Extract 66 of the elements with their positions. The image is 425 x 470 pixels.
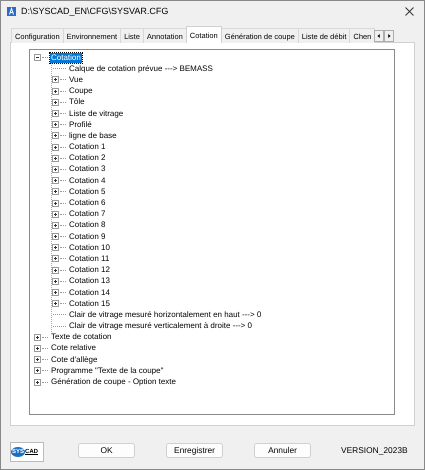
tree-item[interactable]: Cotation 11	[68, 254, 110, 264]
tree-item[interactable]: Tôle	[68, 97, 86, 108]
expand-icon[interactable]	[52, 278, 59, 285]
tree-item[interactable]: Profilé	[68, 120, 93, 130]
tree-item[interactable]: Cotation 14	[68, 288, 111, 298]
expand-icon[interactable]	[52, 76, 59, 84]
tree-item[interactable]: Coupe	[68, 86, 94, 96]
expand-icon[interactable]	[52, 300, 59, 308]
expand-icon[interactable]	[52, 222, 59, 229]
tree-item[interactable]: Cote d'allège	[50, 354, 98, 365]
tree-item[interactable]: Cotation 9	[68, 232, 106, 242]
expand-icon[interactable]	[52, 132, 59, 140]
tree-item[interactable]: Programme "Texte de la coupe"	[50, 366, 164, 376]
window-title: D:\SYSCAD_EN\CFG\SYSVAR.CFG	[21, 6, 168, 16]
expand-icon[interactable]	[52, 121, 59, 128]
tree-item[interactable]: Cotation 15	[68, 298, 111, 309]
expand-icon[interactable]	[52, 98, 59, 106]
tree-item[interactable]: ligne de base	[68, 130, 118, 141]
expand-icon[interactable]	[52, 188, 59, 196]
dialog-button[interactable]: Enregistrer	[166, 442, 223, 458]
expand-icon[interactable]	[52, 88, 59, 95]
version-label: VERSION_2023B	[341, 445, 408, 455]
expand-icon[interactable]	[52, 266, 59, 274]
expand-icon[interactable]	[52, 154, 59, 162]
expand-icon[interactable]	[52, 166, 59, 173]
expand-icon[interactable]	[52, 200, 59, 207]
close-icon[interactable]	[405, 6, 414, 16]
app-icon	[7, 6, 16, 16]
expand-icon[interactable]	[52, 177, 59, 184]
expand-icon[interactable]	[52, 110, 59, 118]
dialog-button[interactable]: Annuler	[254, 442, 311, 458]
tree-item[interactable]: Cotation 1	[68, 142, 106, 152]
tree-item[interactable]: Cotation 8	[68, 220, 106, 230]
expand-icon[interactable]	[34, 378, 41, 386]
expand-icon[interactable]	[52, 244, 59, 252]
tree-item[interactable]: Texte de cotation	[50, 332, 112, 342]
tree-item[interactable]: Génération de coupe - Option texte	[50, 377, 177, 388]
expand-icon[interactable]	[52, 144, 59, 151]
tree-item[interactable]: Cotation 7	[68, 209, 106, 220]
expand-icon[interactable]	[34, 344, 41, 352]
tree-item[interactable]: Cotation 6	[68, 198, 106, 208]
expand-icon[interactable]	[34, 356, 41, 364]
tree-item[interactable]: Cotation 2	[68, 153, 106, 164]
expand-icon[interactable]	[52, 233, 59, 240]
tree-item[interactable]: Cotation 3	[68, 164, 106, 174]
expand-icon[interactable]	[52, 255, 59, 262]
expand-icon[interactable]	[34, 367, 41, 374]
tree-item[interactable]: Vue	[68, 74, 84, 85]
scroll-left-icon[interactable]	[374, 30, 384, 42]
collapse-icon[interactable]	[34, 54, 41, 62]
tree-item[interactable]: Liste de vitrage	[68, 108, 124, 119]
scroll-right-icon[interactable]	[384, 30, 394, 42]
expand-icon[interactable]	[52, 289, 59, 296]
tree-item[interactable]: Calque de cotation prévue ---> BEMASS	[68, 64, 214, 74]
tree-item[interactable]: Cotation 10	[68, 242, 111, 253]
expand-icon[interactable]	[52, 210, 59, 218]
tree-item[interactable]: Cotation 12	[68, 265, 111, 276]
expand-icon[interactable]	[34, 334, 41, 341]
tree-item[interactable]: Clair de vitrage mesuré verticalement à droite ---> 0	[68, 321, 253, 332]
tree-item[interactable]: Clair de vitrage mesuré horizontalement en haut ---> 0	[68, 310, 262, 320]
tree-item[interactable]: Cote relative	[50, 343, 97, 354]
tree-item[interactable]: Cotation 5	[68, 186, 106, 197]
tree-item[interactable]: Cotation 4	[68, 176, 106, 186]
tree-item[interactable]: Cotation 13	[68, 276, 111, 286]
tree-item[interactable]: Cotation	[50, 52, 82, 63]
dialog-button[interactable]: OK	[78, 442, 135, 458]
